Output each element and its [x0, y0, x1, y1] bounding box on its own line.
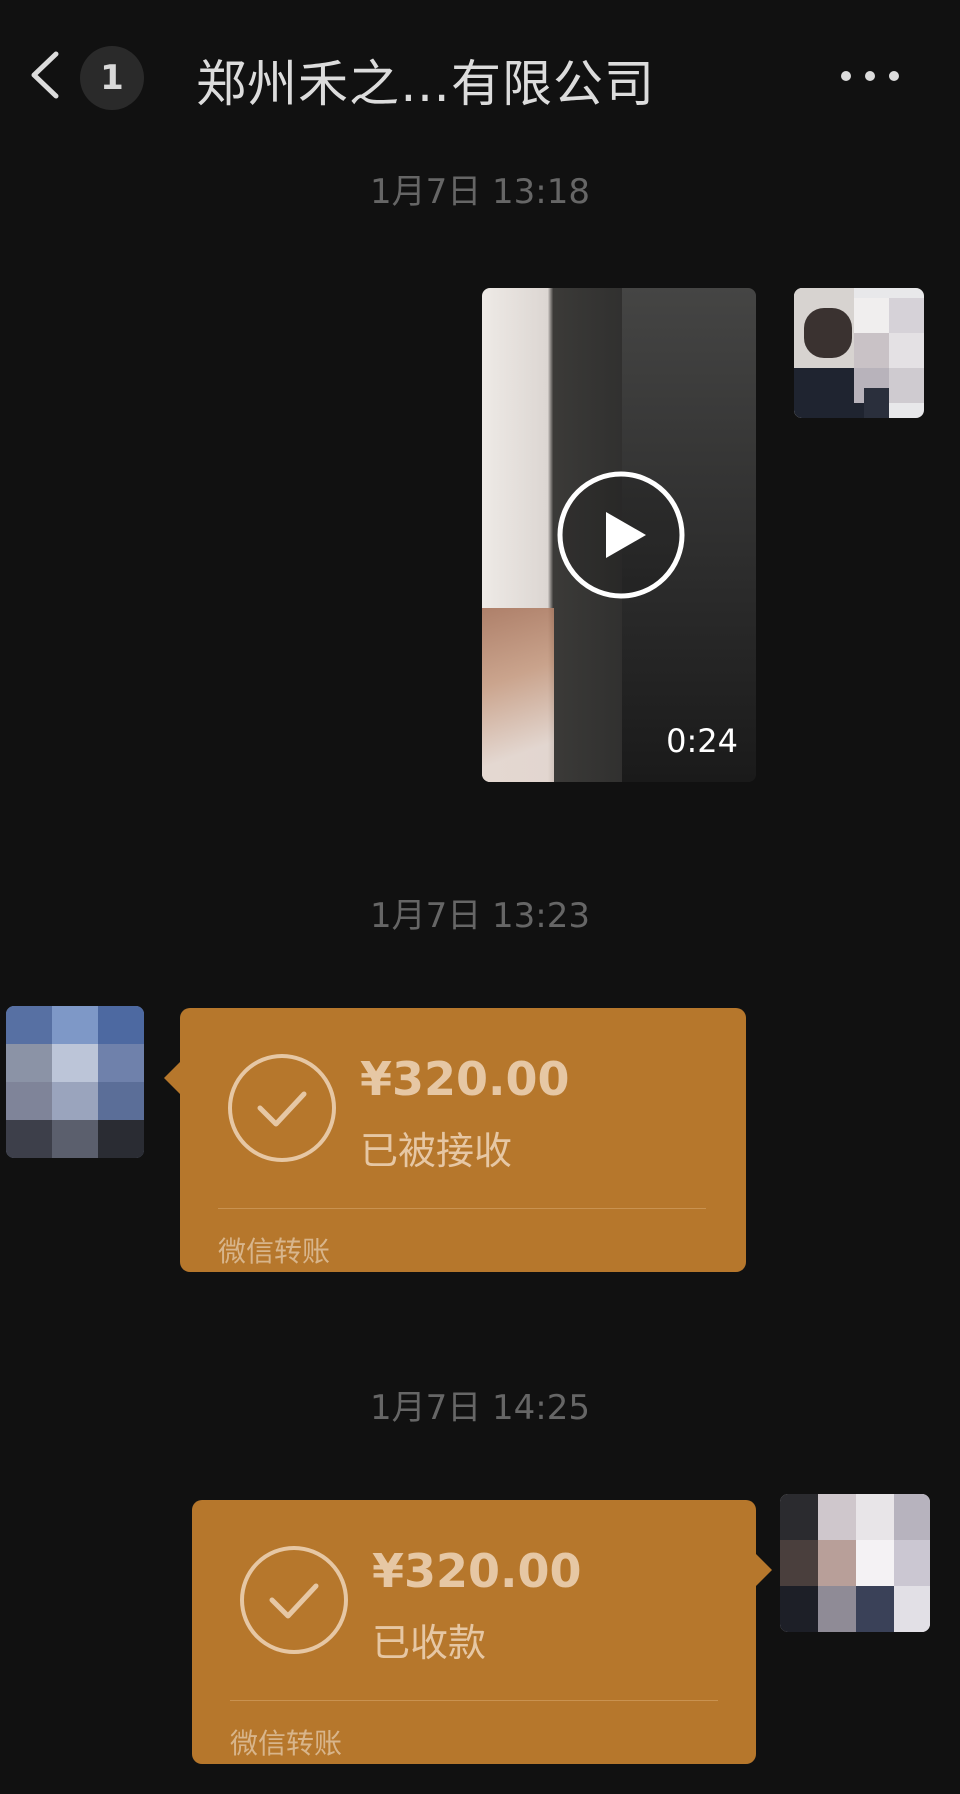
transfer-card[interactable]: ¥320.00 已收款 微信转账: [192, 1500, 772, 1764]
avatar[interactable]: [794, 288, 924, 418]
video-thumbnail-object: [482, 608, 554, 782]
bubble-tail: [164, 1062, 180, 1094]
video-message[interactable]: 0:24: [482, 288, 756, 782]
chat-title: 郑州禾之…有限公司: [196, 55, 655, 113]
avatar[interactable]: [6, 1006, 144, 1158]
video-duration: 0:24: [666, 722, 738, 760]
play-circle-icon[interactable]: [556, 470, 686, 600]
transfer-amount: ¥320.00: [372, 1544, 582, 1598]
avatar[interactable]: [780, 1494, 930, 1632]
transfer-status: 已被接收: [360, 1129, 513, 1173]
transfer-amount: ¥320.00: [360, 1052, 570, 1106]
message-timestamp: 1月7日 14:25: [369, 1388, 591, 1428]
unread-count-badge: 1: [80, 46, 144, 110]
message-timestamp: 1月7日 13:23: [369, 896, 591, 936]
card-divider: [230, 1700, 718, 1701]
transfer-footer-label: 微信转账: [218, 1235, 331, 1268]
card-divider: [218, 1208, 706, 1209]
check-circle-icon: [228, 1054, 336, 1162]
more-horizontal-icon[interactable]: [838, 64, 902, 88]
check-circle-icon: [240, 1546, 348, 1654]
transfer-card[interactable]: ¥320.00 已被接收 微信转账: [164, 1008, 746, 1272]
transfer-status: 已收款: [372, 1621, 487, 1665]
transfer-footer-label: 微信转账: [230, 1727, 343, 1760]
message-timestamp: 1月7日 13:18: [369, 172, 591, 212]
chevron-left-icon[interactable]: [26, 48, 66, 102]
bubble-tail: [756, 1554, 772, 1586]
